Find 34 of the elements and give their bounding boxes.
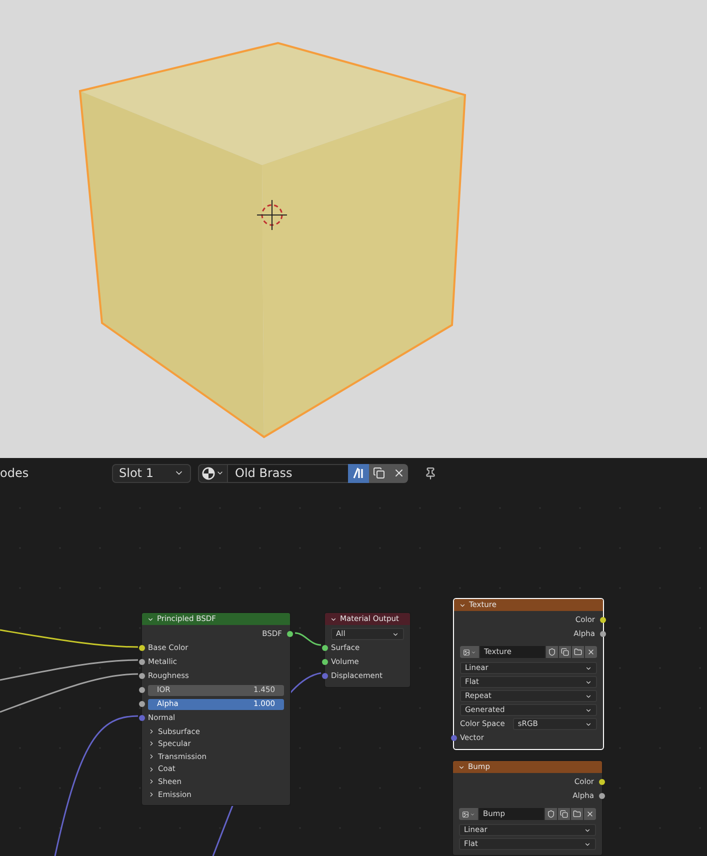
chevron-icon <box>459 602 466 608</box>
chevron-icon <box>470 812 475 816</box>
image-browse-button[interactable] <box>459 808 478 820</box>
material-name-field[interactable]: Old Brass <box>228 464 348 482</box>
image-icon <box>462 810 469 818</box>
chevron-icon <box>147 616 154 622</box>
copy-icon <box>373 467 385 479</box>
chevron-icon <box>458 764 465 770</box>
connection-wire <box>294 632 322 646</box>
close-icon <box>392 467 404 479</box>
copy-icon[interactable] <box>558 808 570 820</box>
sphere-icon <box>202 466 215 480</box>
shield-icon[interactable] <box>545 808 557 820</box>
pin-icon[interactable] <box>424 466 437 480</box>
chevron-icon <box>392 630 399 638</box>
folder-icon[interactable] <box>571 808 583 820</box>
copy-icon[interactable] <box>559 646 571 658</box>
close-icon[interactable] <box>584 808 596 820</box>
duplicate-button[interactable] <box>369 464 389 482</box>
shield-icon[interactable] <box>546 646 558 658</box>
close-icon[interactable] <box>585 646 597 658</box>
editor-title: odes <box>0 465 29 482</box>
slot-dropdown[interactable]: Slot 1 <box>112 464 191 482</box>
image-icon <box>463 648 470 656</box>
material-browse-button[interactable] <box>198 464 228 482</box>
origin-cursor-icon <box>256 200 288 230</box>
image-browse-button[interactable] <box>460 646 479 658</box>
unlink-button[interactable] <box>389 464 408 482</box>
chevron-icon <box>471 650 476 654</box>
books-icon <box>352 467 364 479</box>
link-toggle-button[interactable] <box>348 464 369 482</box>
chevron-icon <box>330 616 337 622</box>
folder-icon[interactable] <box>572 646 584 658</box>
chevron-icon <box>216 469 224 477</box>
